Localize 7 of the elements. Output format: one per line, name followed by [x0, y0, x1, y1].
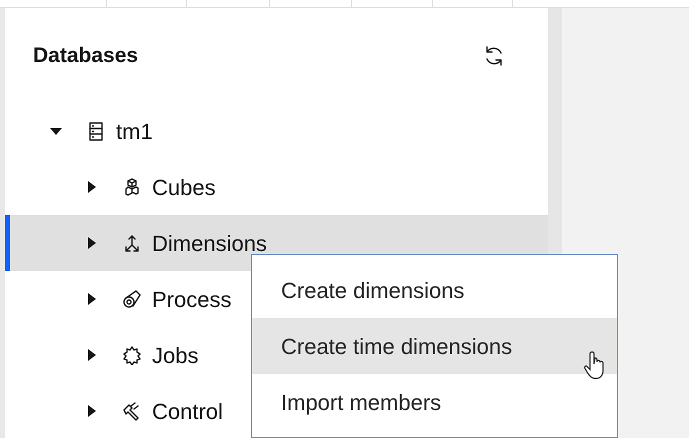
tree-item-label: tm1: [116, 118, 153, 146]
tree-item-label: Dimensions: [152, 230, 267, 258]
tree-item-label: Jobs: [152, 342, 198, 370]
tree-item-label: Process: [152, 286, 232, 314]
panel-title: Databases: [33, 42, 138, 69]
tree-item-label: Cubes: [152, 174, 216, 202]
tree-item-label: Control: [152, 398, 223, 426]
